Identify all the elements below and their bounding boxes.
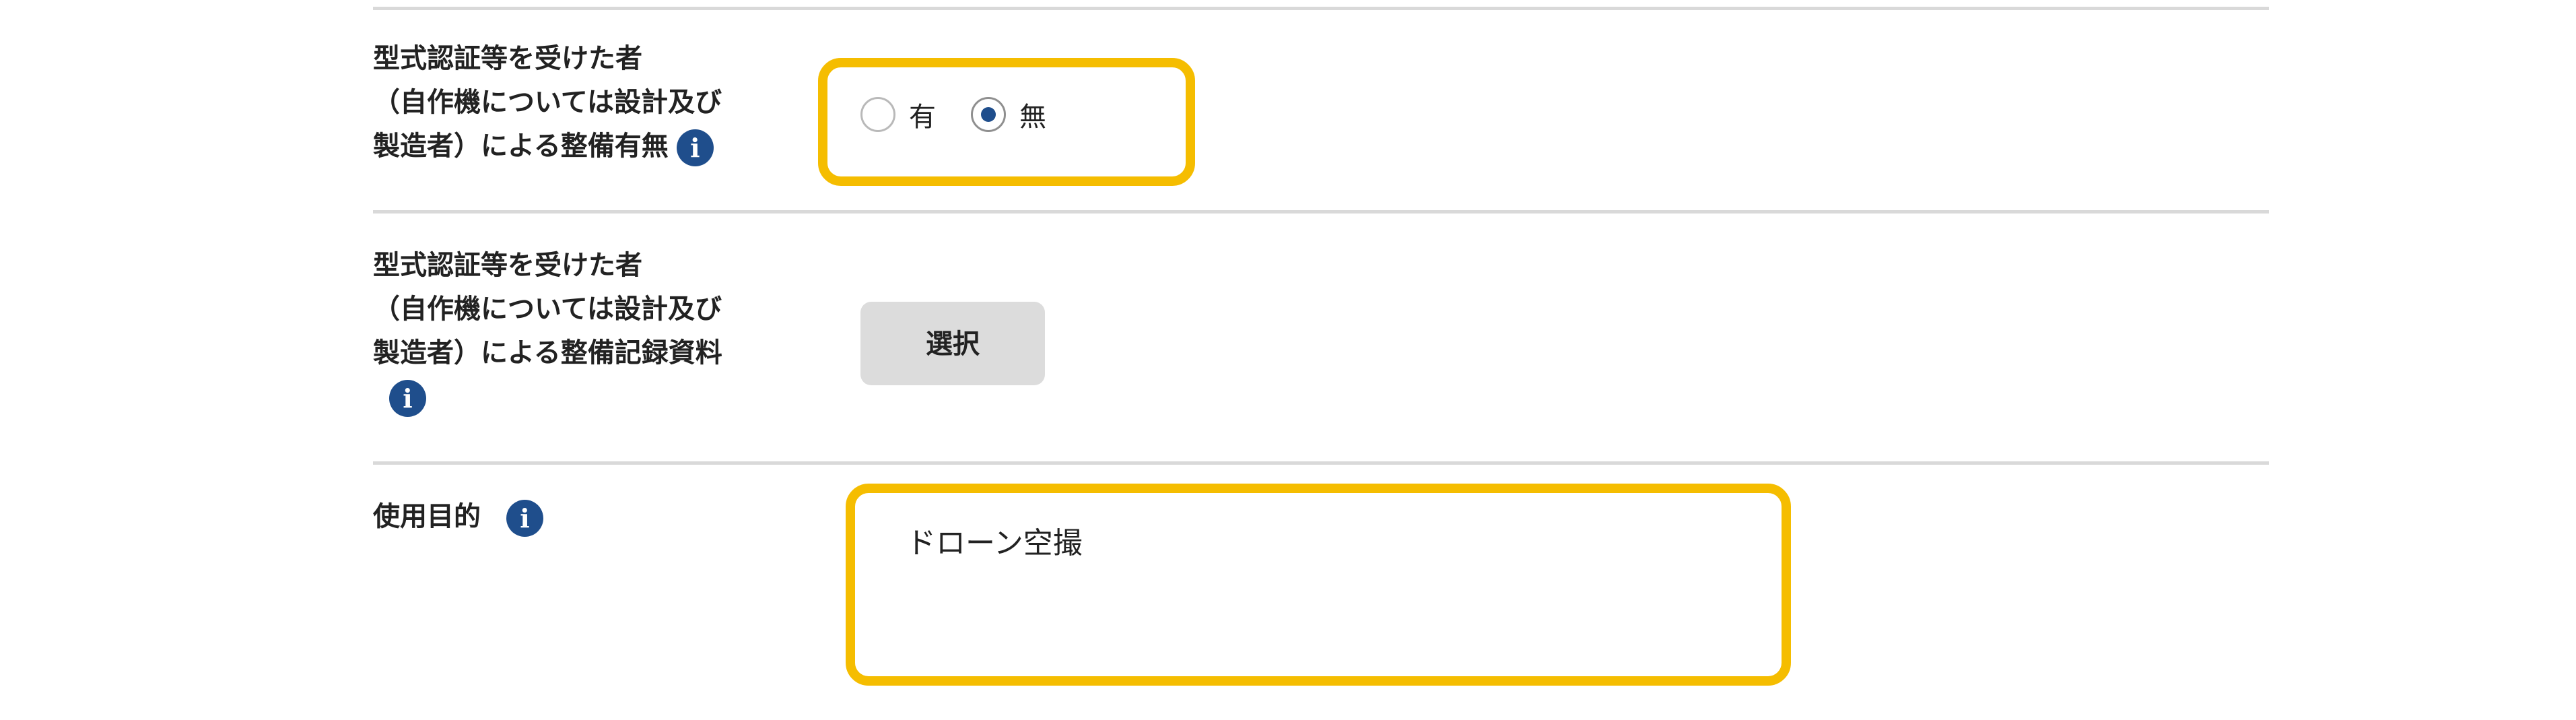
info-icon[interactable]: i (389, 379, 426, 417)
info-icon[interactable]: i (506, 499, 543, 537)
purpose-textarea[interactable]: ドローン空撮 (866, 498, 1768, 667)
divider-top (373, 7, 2269, 10)
label-line: 製造者）による整備有無 i (373, 125, 722, 168)
purpose-label: 使用目的 i (373, 495, 543, 539)
radio-yes-label: 有 (909, 102, 936, 133)
maintenance-record-label: 型式認証等を受けた者 （自作機については設計及び 製造者）による整備記録資料 i (373, 244, 722, 419)
divider-1 (373, 210, 2269, 214)
radio-no-label: 無 (1019, 102, 1046, 133)
label-line: 型式認証等を受けた者 (373, 250, 642, 281)
label-line: 型式認証等を受けた者 (373, 43, 642, 74)
radio-option-no[interactable]: 無 (971, 95, 1046, 134)
label-line: （自作機については設計及び (373, 87, 722, 118)
select-file-button[interactable]: 選択 (860, 302, 1045, 385)
label-line: i (373, 375, 722, 419)
form-page: 型式認証等を受けた者 （自作機については設計及び 製造者）による整備有無 i 有 … (0, 0, 2576, 720)
label-line-text: 製造者）による整備有無 (373, 131, 669, 162)
radio-no[interactable] (971, 97, 1006, 132)
divider-2 (373, 461, 2269, 465)
maintenance-presence-radio-group: 有 無 (860, 94, 1081, 135)
label-line: 製造者）による整備記録資料 (373, 337, 722, 368)
radio-option-yes[interactable]: 有 (860, 95, 936, 134)
label-line: （自作機については設計及び (373, 294, 722, 325)
purpose-label-text: 使用目的 (373, 501, 481, 532)
radio-yes[interactable] (860, 97, 895, 132)
maintenance-presence-label: 型式認証等を受けた者 （自作機については設計及び 製造者）による整備有無 i (373, 37, 722, 168)
info-icon[interactable]: i (676, 129, 714, 166)
